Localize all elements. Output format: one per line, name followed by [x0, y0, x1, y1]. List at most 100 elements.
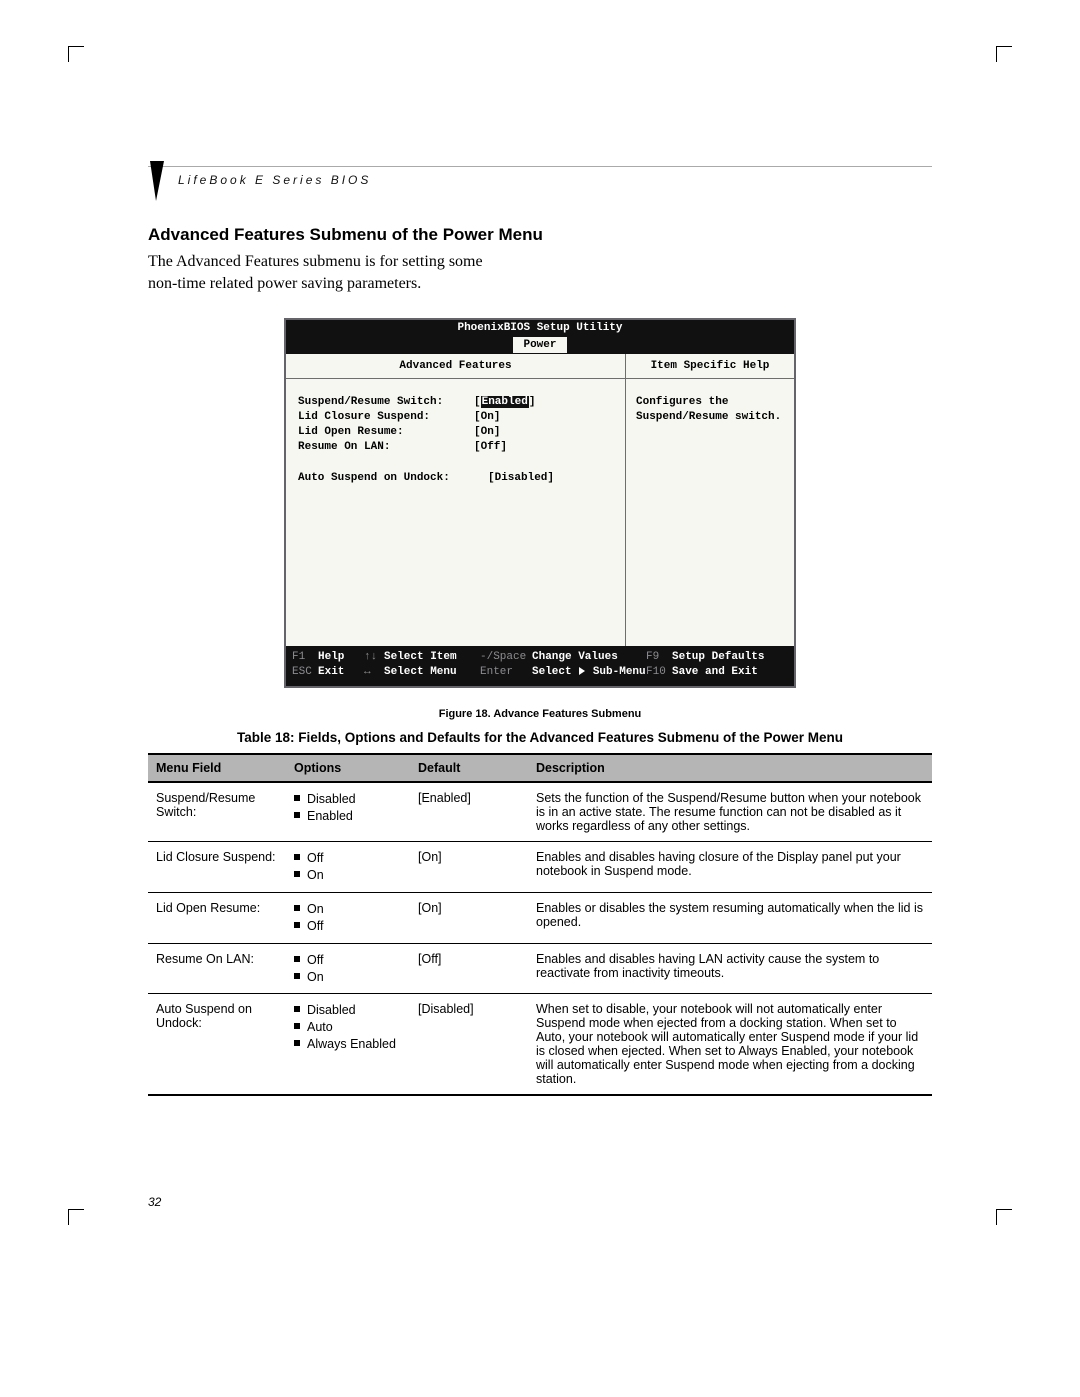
bios-item-label: Lid Open Resume:	[298, 425, 474, 440]
accent-triangle-icon	[142, 161, 166, 205]
legend-label: Select Item	[384, 650, 457, 665]
bios-panel: PhoenixBIOS Setup Utility Power Advanced…	[284, 318, 796, 688]
legend-label: Setup Defaults	[672, 650, 764, 665]
legend-label: Save and Exit	[672, 665, 758, 680]
content-area: LifeBook E Series BIOS Advanced Features…	[148, 166, 932, 1096]
bios-item[interactable]: Lid Closure Suspend: [On]	[298, 410, 613, 425]
cell-description: Sets the function of the Suspend/Resume …	[528, 782, 932, 842]
cell-menu-field: Suspend/Resume Switch:	[148, 782, 286, 842]
bios-item-value: [On]	[474, 425, 500, 440]
triangle-right-icon	[579, 667, 585, 675]
table-row: Lid Closure Suspend:OffOn[On]Enables and…	[148, 842, 932, 893]
bios-help-title: Item Specific Help	[626, 354, 794, 379]
page-number: 32	[148, 1195, 161, 1209]
legend-label: Help	[318, 650, 344, 665]
option-item: On	[294, 867, 402, 884]
running-header: LifeBook E Series BIOS	[148, 166, 932, 189]
option-item: Always Enabled	[294, 1036, 402, 1053]
cell-default: [On]	[410, 842, 528, 893]
cell-options: OffOn	[286, 943, 410, 994]
table-title: Table 18: Fields, Options and Defaults f…	[148, 730, 932, 745]
bios-left-panel: Advanced Features Suspend/Resume Switch:…	[286, 354, 626, 646]
bios-item-label: Resume On LAN:	[298, 440, 474, 455]
option-item: Enabled	[294, 808, 402, 825]
legend-key: ↑↓	[364, 650, 384, 665]
section-title: Advanced Features Submenu of the Power M…	[148, 225, 932, 245]
crop-mark-bl	[68, 1209, 84, 1225]
table-header-row: Menu Field Options Default Description	[148, 754, 932, 782]
cell-menu-field: Lid Open Resume:	[148, 892, 286, 943]
crop-mark-tr	[996, 46, 1012, 62]
bios-title-bar: PhoenixBIOS Setup Utility	[286, 320, 794, 336]
cell-options: DisabledEnabled	[286, 782, 410, 842]
option-item: Disabled	[294, 791, 402, 808]
option-item: Off	[294, 850, 402, 867]
option-item: Off	[294, 918, 402, 935]
bios-help-panel: Item Specific Help Configures the Suspen…	[626, 354, 794, 646]
col-menu-field: Menu Field	[148, 754, 286, 782]
cell-description: Enables or disables the system resuming …	[528, 892, 932, 943]
bios-item-label: Auto Suspend on Undock:	[298, 471, 488, 486]
crop-mark-br	[996, 1209, 1012, 1225]
bios-item-label: Suspend/Resume Switch:	[298, 395, 474, 410]
col-description: Description	[528, 754, 932, 782]
bios-item[interactable]: Resume On LAN: [Off]	[298, 440, 613, 455]
legend-label: Select Sub-Menu	[532, 665, 646, 680]
bios-body: Advanced Features Suspend/Resume Switch:…	[286, 354, 794, 646]
page: LifeBook E Series BIOS Advanced Features…	[0, 0, 1080, 1397]
crop-mark-tl	[68, 46, 84, 62]
table-row: Auto Suspend on Undock:DisabledAutoAlway…	[148, 994, 932, 1096]
cell-menu-field: Auto Suspend on Undock:	[148, 994, 286, 1096]
cell-description: Enables and disables having LAN activity…	[528, 943, 932, 994]
option-item: Off	[294, 952, 402, 969]
bios-item[interactable]: Suspend/Resume Switch: [Enabled]	[298, 395, 613, 410]
figure-caption: Figure 18. Advance Features Submenu	[148, 708, 932, 720]
cell-default: [On]	[410, 892, 528, 943]
bios-item[interactable]: Auto Suspend on Undock: [Disabled]	[298, 471, 613, 486]
bios-tab-bar: Power	[286, 336, 794, 354]
bios-left-title: Advanced Features	[286, 354, 625, 379]
running-header-text: LifeBook E Series BIOS	[148, 167, 932, 187]
option-item: Auto	[294, 1019, 402, 1036]
bios-item-value: [Off]	[474, 440, 507, 455]
bios-item-value: [On]	[474, 410, 500, 425]
section-intro: The Advanced Features submenu is for set…	[148, 251, 508, 294]
option-item: Disabled	[294, 1002, 402, 1019]
legend-label: Exit	[318, 665, 344, 680]
bios-legend: F1Help ↑↓Select Item -/SpaceChange Value…	[286, 646, 794, 686]
tab-power[interactable]: Power	[513, 337, 566, 353]
option-item: On	[294, 969, 402, 986]
legend-key: F1	[292, 650, 318, 665]
col-default: Default	[410, 754, 528, 782]
bios-item-value: [Enabled]	[474, 395, 535, 410]
cell-options: OnOff	[286, 892, 410, 943]
legend-key: F9	[646, 650, 672, 665]
bios-items: Suspend/Resume Switch: [Enabled] Lid Clo…	[286, 379, 625, 486]
cell-menu-field: Lid Closure Suspend:	[148, 842, 286, 893]
table-row: Resume On LAN:OffOn[Off]Enables and disa…	[148, 943, 932, 994]
cell-default: [Off]	[410, 943, 528, 994]
cell-description: Enables and disables having closure of t…	[528, 842, 932, 893]
cell-options: OffOn	[286, 842, 410, 893]
table-row: Suspend/Resume Switch:DisabledEnabled[En…	[148, 782, 932, 842]
legend-key: F10	[646, 665, 672, 680]
legend-label: Select Menu	[384, 665, 457, 680]
cell-options: DisabledAutoAlways Enabled	[286, 994, 410, 1096]
bios-item-label: Lid Closure Suspend:	[298, 410, 474, 425]
bios-item[interactable]: Lid Open Resume: [On]	[298, 425, 613, 440]
cell-menu-field: Resume On LAN:	[148, 943, 286, 994]
bios-item-value: [Disabled]	[488, 471, 554, 486]
legend-key: Enter	[480, 665, 532, 680]
legend-key: ESC	[292, 665, 318, 680]
legend-key: ↔	[364, 665, 384, 680]
cell-default: [Disabled]	[410, 994, 528, 1096]
option-item: On	[294, 901, 402, 918]
col-options: Options	[286, 754, 410, 782]
cell-description: When set to disable, your notebook will …	[528, 994, 932, 1096]
cell-default: [Enabled]	[410, 782, 528, 842]
legend-key: -/Space	[480, 650, 532, 665]
fields-table: Menu Field Options Default Description S…	[148, 753, 932, 1096]
table-row: Lid Open Resume:OnOff[On]Enables or disa…	[148, 892, 932, 943]
legend-label: Change Values	[532, 650, 618, 665]
bios-help-text: Configures the Suspend/Resume switch.	[626, 379, 794, 425]
